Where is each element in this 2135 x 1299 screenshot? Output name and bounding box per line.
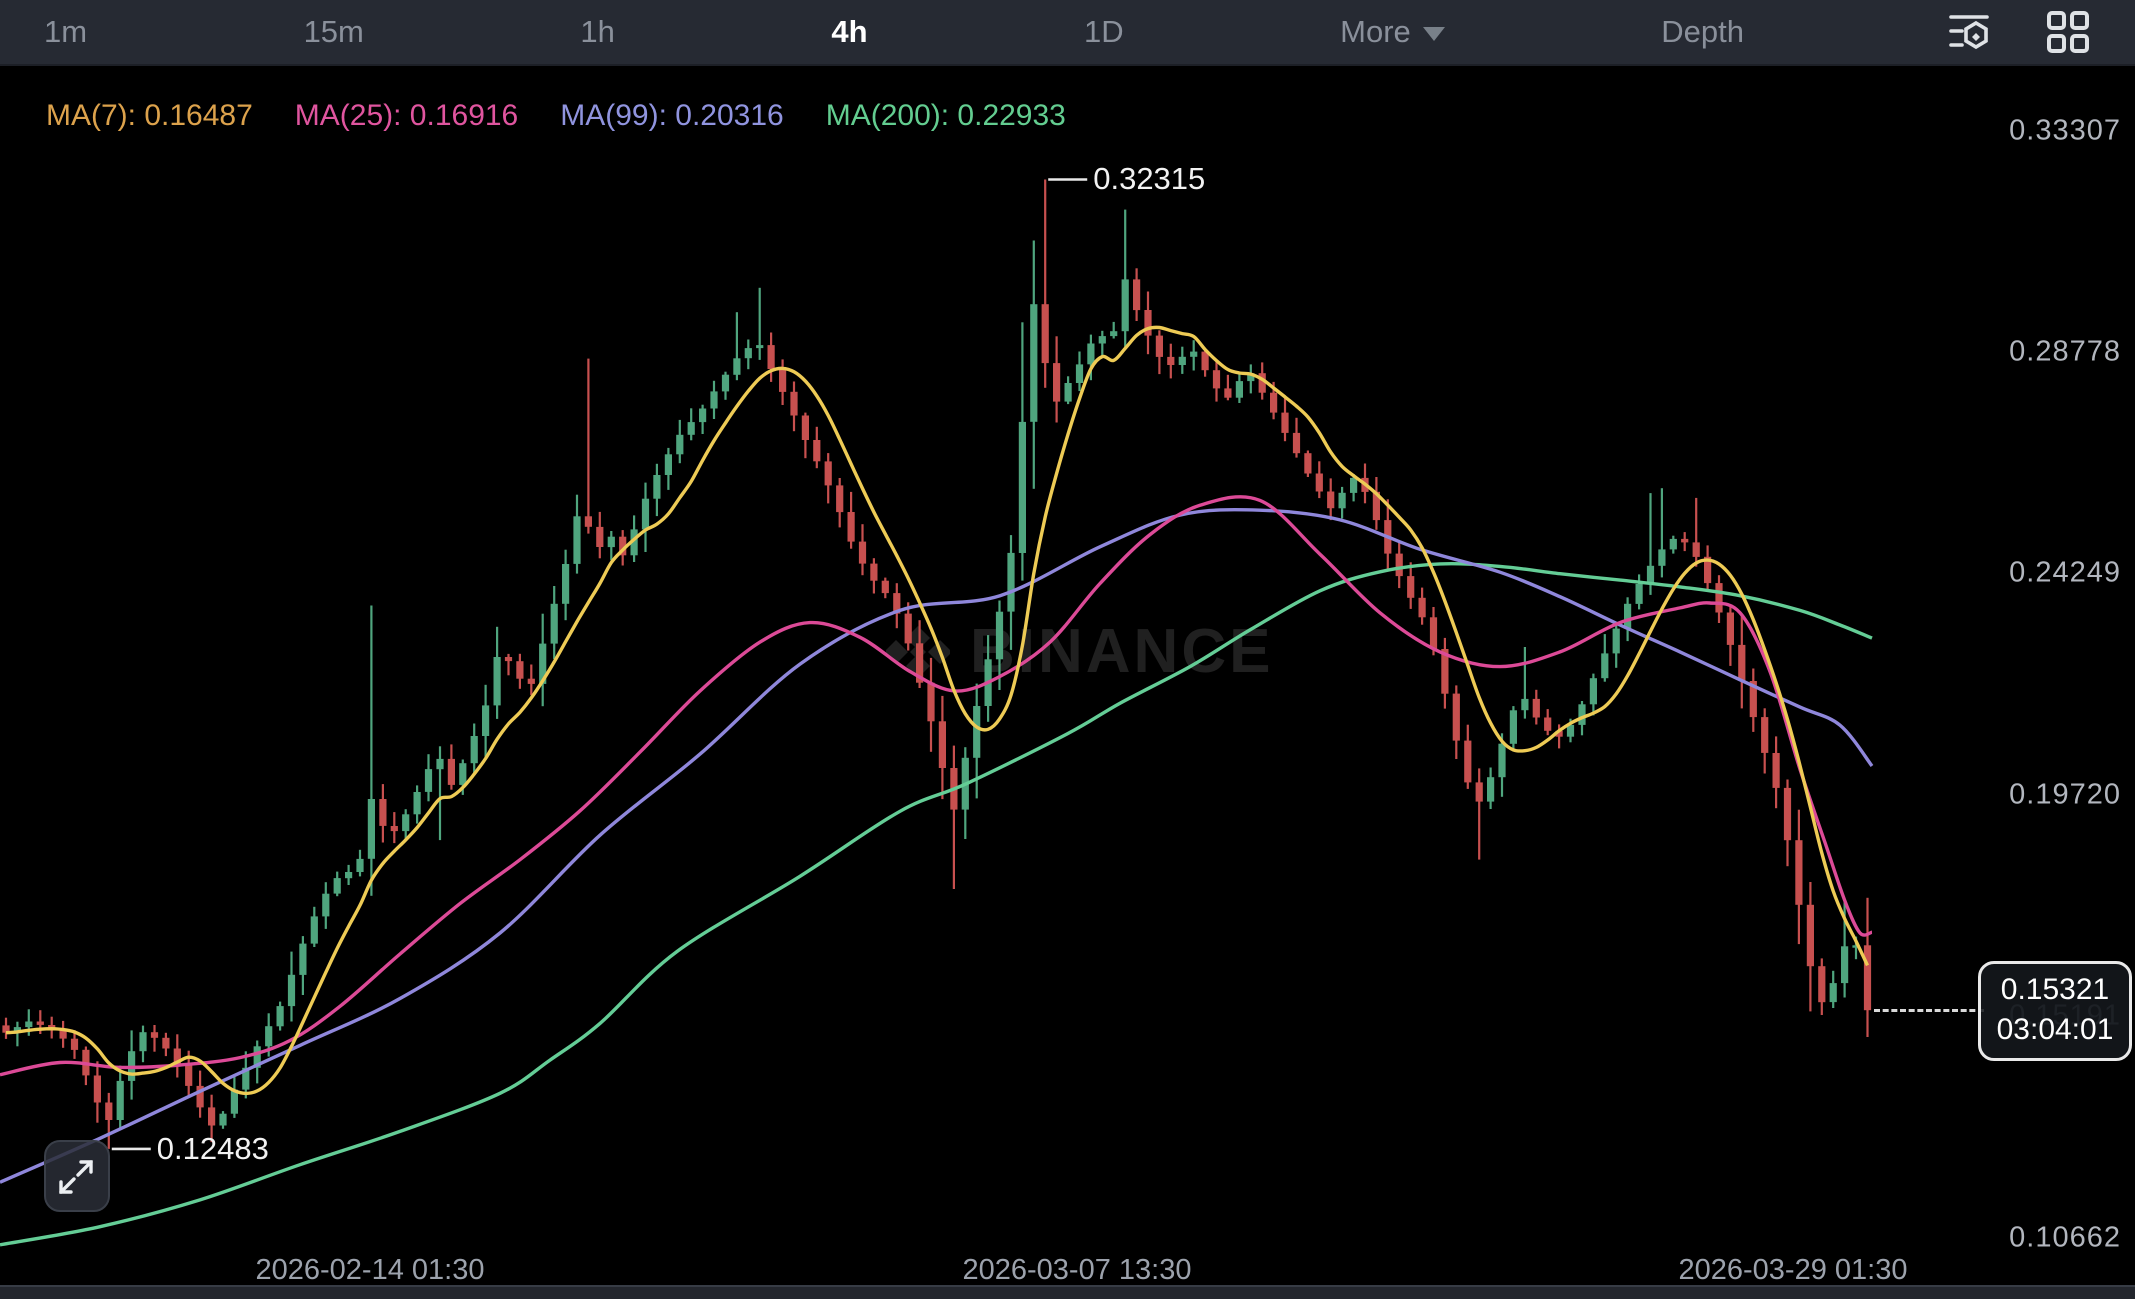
tab-1h[interactable]: 1h xyxy=(580,14,614,50)
tab-4h[interactable]: 4h xyxy=(831,14,867,50)
ma-legend-item-0: MA(7): 0.16487 xyxy=(46,99,253,133)
tab-1m[interactable]: 1m xyxy=(44,14,87,50)
last-price-badge: 0.15321 03:04:01 xyxy=(1978,961,2132,1061)
ma200-line xyxy=(0,564,1872,1245)
x-axis-label-0: 2026-02-14 01:30 xyxy=(256,1254,485,1287)
candle-countdown: 03:04:01 xyxy=(1981,1010,2129,1050)
x-axis-label-1: 2026-03-07 13:30 xyxy=(963,1254,1192,1287)
y-axis-label-0: 0.33307 xyxy=(2009,115,2121,148)
ma25-line xyxy=(0,497,1872,1075)
ma-legend-item-2: MA(99): 0.20316 xyxy=(560,99,783,133)
x-axis-label-2: 2026-03-29 01:30 xyxy=(1679,1254,1908,1287)
low-price-annotation: 0.12483 xyxy=(157,1131,269,1167)
tab-depth[interactable]: Depth xyxy=(1661,14,1744,50)
expand-chart-button[interactable] xyxy=(44,1140,110,1212)
chart-toolbar: 1m 15m 1h 4h 1D More Depth xyxy=(0,0,2135,66)
last-price-dashed-line xyxy=(1874,1009,1984,1012)
expand-arrows-icon xyxy=(54,1151,100,1201)
y-axis-label-2: 0.24249 xyxy=(2009,557,2121,590)
tab-15m[interactable]: 15m xyxy=(304,14,364,50)
interval-tabs: 1m 15m 1h 4h 1D More Depth xyxy=(44,14,1744,50)
candles-group xyxy=(2,180,1871,1149)
ma99-line xyxy=(0,510,1872,1183)
grid-layout-icon[interactable] xyxy=(2045,9,2091,55)
ma-legend-item-3: MA(200): 0.22933 xyxy=(826,99,1066,133)
indicator-settings-icon[interactable] xyxy=(1947,9,1993,55)
y-axis-label-5: 0.10662 xyxy=(2009,1222,2121,1255)
y-axis-label-1: 0.28778 xyxy=(2009,336,2121,369)
ma-legend-item-1: MA(25): 0.16916 xyxy=(295,99,518,133)
candlestick-chart[interactable] xyxy=(0,0,2135,1299)
ma-legend: MA(7): 0.16487 MA(25): 0.16916 MA(99): 0.2… xyxy=(46,99,1066,133)
tab-1d[interactable]: 1D xyxy=(1084,14,1124,50)
bottom-panel-edge xyxy=(0,1285,2135,1299)
last-price-value: 0.15321 xyxy=(1981,970,2129,1010)
high-price-annotation: 0.32315 xyxy=(1093,161,1205,197)
chevron-down-icon xyxy=(1423,27,1445,41)
ma7-line xyxy=(6,327,1868,1093)
toolbar-icon-group xyxy=(1947,9,2091,55)
y-axis-label-3: 0.19720 xyxy=(2009,779,2121,812)
tab-more[interactable]: More xyxy=(1340,14,1445,50)
